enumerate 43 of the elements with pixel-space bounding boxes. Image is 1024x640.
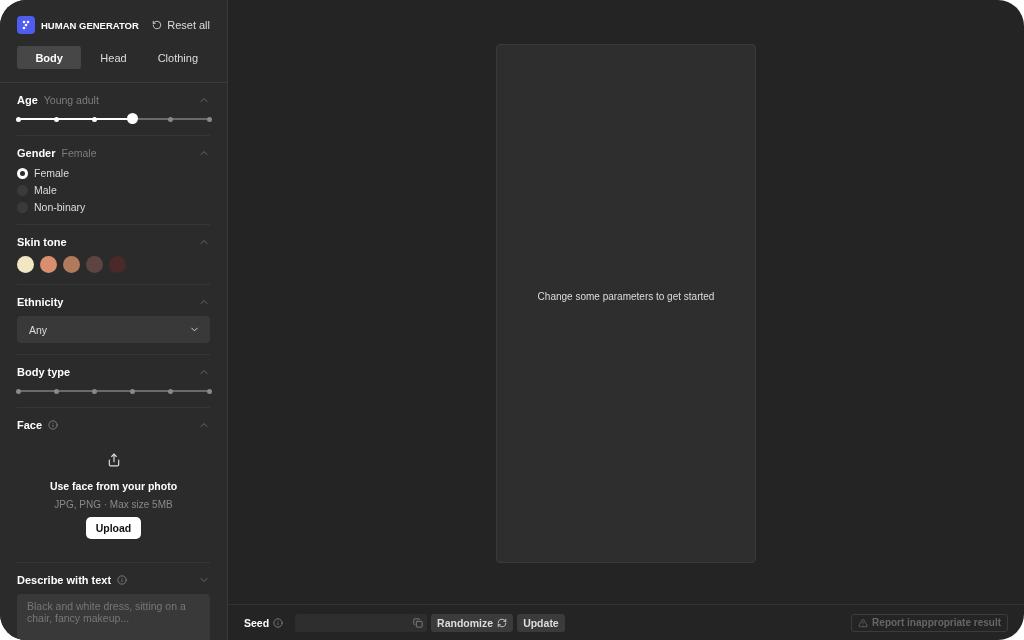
randomize-button[interactable]: Randomize	[431, 613, 514, 632]
skin-swatch[interactable]	[86, 256, 103, 273]
reset-all-button[interactable]: Reset all	[152, 19, 210, 31]
radio-label: Non-binary	[34, 201, 86, 213]
update-button[interactable]: Update	[517, 613, 565, 632]
refresh-icon	[497, 617, 508, 628]
skin-swatch[interactable]	[63, 256, 80, 273]
tab[interactable]: Head	[81, 46, 146, 69]
section-title: Face	[17, 419, 43, 431]
section-title: Describe with text	[17, 574, 112, 586]
seed-label: Seed	[244, 616, 270, 629]
upload-heading: Use face from your photo	[49, 480, 178, 492]
tab[interactable]: Clothing	[145, 46, 210, 69]
radio-label: Female	[34, 167, 69, 179]
section-value: Young adult	[43, 94, 99, 106]
ethnicity-dropdown[interactable]: Any	[17, 316, 210, 343]
description-field[interactable]: Black and white dress, sitting on a chair, fancy makeup...	[17, 594, 210, 640]
upload-hint: JPG, PNG · Max size 5MB	[54, 499, 173, 510]
copy-icon[interactable]	[413, 617, 424, 628]
section-title: Body type	[17, 366, 71, 378]
skin-swatch[interactable]	[109, 256, 126, 273]
section-title: Ethnicity	[17, 296, 64, 308]
app-title: HUMAN GENERATOR	[41, 19, 139, 31]
skin-swatch[interactable]	[40, 256, 57, 273]
section-value: Female	[61, 147, 97, 159]
slider-track[interactable]	[18, 114, 209, 124]
tab[interactable]: Body	[17, 46, 82, 69]
radio-label: Male	[34, 184, 57, 196]
reset-icon	[152, 20, 163, 30]
upload-icon	[106, 453, 121, 467]
skin-swatch[interactable]	[17, 256, 34, 273]
section-title: Age	[17, 94, 38, 106]
radio-button[interactable]	[17, 167, 28, 179]
info-icon[interactable]	[48, 420, 59, 430]
section-title: Gender	[17, 147, 56, 159]
app-logo-icon	[17, 16, 35, 34]
info-icon[interactable]	[117, 575, 128, 585]
slider-thumb[interactable]	[127, 113, 139, 124]
warning-icon	[858, 617, 869, 628]
upload-button[interactable]: Upload	[85, 517, 142, 539]
info-icon[interactable]	[273, 617, 284, 628]
section-title: Skin tone	[17, 236, 67, 248]
preview-message: Change some parameters to get started	[537, 291, 715, 302]
